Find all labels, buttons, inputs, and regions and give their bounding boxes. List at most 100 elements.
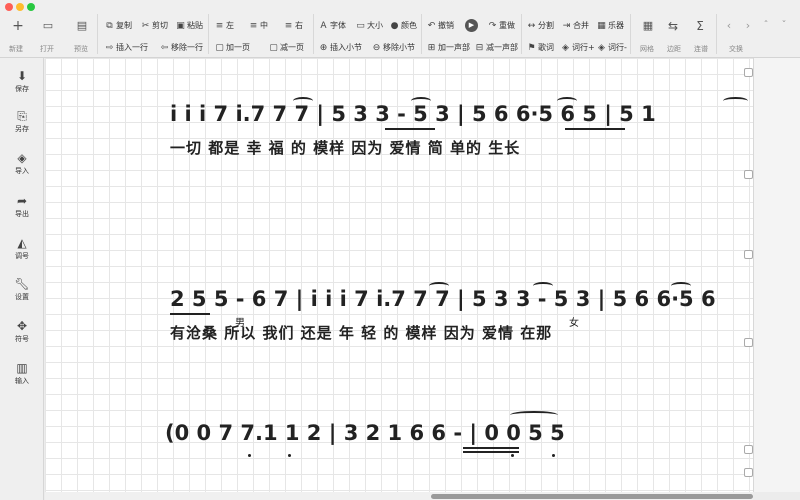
sidebar-item-save-as[interactable]: ⎘ 另存 — [0, 108, 44, 134]
chevron-down-icon[interactable]: ˇ — [779, 18, 789, 34]
instrument-button[interactable]: ▦ 乐器 — [596, 20, 624, 32]
sidebar-item-input[interactable]: ▥ 输入 — [0, 360, 44, 386]
save-as-icon: ⎘ — [17, 109, 27, 123]
instrument-icon: ▦ — [597, 21, 606, 31]
octave-dot — [511, 454, 514, 457]
sidebar-item-export[interactable]: ➦ 导出 — [0, 193, 44, 219]
sidebar: ⬇ 保存 ⎘ 另存 ◈ 导入 ➦ 导出 ◭ 调号 🔧︎ 设置 ✥ 符号 ▥ 输入 — [0, 58, 44, 500]
remove-voice-button[interactable]: ⊟ 减一声部 — [474, 42, 518, 54]
lyrics-button[interactable]: ⚑ 歌词 — [526, 42, 554, 54]
male-voice-marker: 男 — [235, 318, 245, 329]
add-voice-button[interactable]: ⊞ 加一声部 — [426, 42, 470, 54]
minimize-window-button[interactable] — [16, 3, 24, 11]
row-checkbox[interactable] — [744, 250, 753, 259]
sidebar-item-settings[interactable]: 🔧︎ 设置 — [0, 276, 44, 302]
cut-button[interactable]: ✂ 剪切 — [140, 20, 168, 32]
tie-arc — [557, 97, 577, 105]
layers-icon: ◈ — [598, 43, 605, 53]
plus-icon[interactable]: + — [10, 18, 26, 34]
remove-bar-icon: ⊖ — [372, 43, 381, 53]
score-line-2-notes[interactable]: 2 5 5 - 6 7 | i i i 7 i.7 7 7 | 5 3 3 - … — [170, 287, 716, 311]
lyric-row-add-button[interactable]: ◈ 词行+ — [560, 42, 595, 54]
remove-bar-button[interactable]: ⊖ 移除小节 — [371, 42, 415, 54]
redo-icon: ↷ — [488, 21, 497, 31]
align-center-button[interactable]: ≡ 中 — [248, 20, 268, 32]
tie-arc — [533, 282, 553, 290]
chevron-right-icon[interactable]: › — [743, 18, 753, 34]
new-button-label[interactable]: 新建 — [9, 44, 23, 54]
sidebar-item-key[interactable]: ◭ 调号 — [0, 235, 44, 261]
insert-bar-icon: ⊕ — [319, 43, 328, 53]
font-button[interactable]: A 字体 — [318, 20, 346, 32]
align-center-icon: ≡ — [249, 21, 258, 31]
sigma-icon[interactable]: Σ — [693, 18, 707, 34]
row-checkbox[interactable] — [744, 338, 753, 347]
sidebar-item-save[interactable]: ⬇ 保存 — [0, 68, 44, 94]
beam-label[interactable]: 连谱 — [694, 44, 708, 54]
play-button[interactable]: ▶ — [465, 19, 479, 32]
chevron-left-icon[interactable]: ‹ — [724, 18, 734, 34]
arrow-left-icon: ⇦ — [160, 43, 169, 53]
beam-underline — [565, 128, 625, 130]
row-checkbox[interactable] — [744, 170, 753, 179]
split-button[interactable]: ↔ 分割 — [526, 20, 554, 32]
align-right-button[interactable]: ≡ 右 — [283, 20, 303, 32]
preview-button-label[interactable]: 预览 — [74, 44, 88, 54]
folder-icon[interactable]: ▭ — [40, 18, 56, 34]
female-voice-marker: 女 — [569, 318, 579, 329]
beam-underline — [463, 447, 519, 449]
grid-icon[interactable]: ▦ — [641, 18, 655, 34]
redo-button[interactable]: ↷ 重做 — [487, 20, 515, 32]
preview-icon[interactable]: ▤ — [74, 18, 90, 34]
score-line-2-lyrics[interactable]: 有沧桑 所以 我们 还是 年 轻 的 模样 因为 爱情 在那 — [170, 322, 552, 343]
score-line-1-notes[interactable]: i i i 7 i.7 7 7 | 5 3 3 - 5 3 | 5 6 6·5 … — [170, 102, 656, 126]
layers-icon: ◈ — [562, 43, 569, 53]
grid-label[interactable]: 网格 — [640, 44, 654, 54]
align-right-icon: ≡ — [284, 21, 293, 31]
beam-underline — [170, 313, 210, 315]
copy-icon: ⧉ — [106, 21, 113, 31]
arrow-right-icon: ⇨ — [105, 43, 114, 53]
octave-dot — [552, 454, 555, 457]
sidebar-item-import[interactable]: ◈ 导入 — [0, 150, 44, 176]
horizontal-scrollbar[interactable] — [45, 492, 753, 500]
undo-button[interactable]: ↶ 撤销 — [426, 20, 454, 32]
score-line-3-notes[interactable]: (0 0 7 7.1 1 2 | 3 2 1 6 6 - | 0 0 5 5 — [165, 421, 565, 445]
chevron-up-icon[interactable]: ˆ — [761, 18, 771, 34]
remove-row-button[interactable]: ⇦ 移除一行 — [159, 42, 203, 54]
lyric-row-remove-button[interactable]: ◈ 词行- — [596, 42, 627, 54]
insert-bar-button[interactable]: ⊕ 插入小节 — [318, 42, 362, 54]
key-icon: ◭ — [17, 236, 27, 250]
maximize-window-button[interactable] — [27, 3, 35, 11]
score-line-1-lyrics[interactable]: 一切 都是 幸 福 的 模样 因为 爱情 简 单的 生长 — [170, 137, 520, 158]
color-button[interactable]: ● 颜色 — [389, 20, 417, 32]
margin-label[interactable]: 边距 — [667, 44, 681, 54]
font-icon: A — [320, 21, 327, 31]
tie-arc — [293, 97, 313, 105]
copy-button[interactable]: ⧉ 复制 — [104, 20, 132, 32]
add-voice-icon: ⊞ — [427, 43, 436, 53]
row-checkbox[interactable] — [744, 445, 753, 454]
paste-button[interactable]: ▣ 粘贴 — [175, 20, 203, 32]
octave-dot — [288, 454, 291, 457]
close-window-button[interactable] — [5, 3, 13, 11]
piano-icon: ▥ — [16, 361, 28, 375]
right-panel — [753, 58, 800, 492]
score-canvas[interactable]: i i i 7 i.7 7 7 | 5 3 3 - 5 3 | 5 6 6·5 … — [45, 58, 753, 492]
align-left-button[interactable]: ≡ 左 — [214, 20, 234, 32]
merge-button[interactable]: ⇥ 合并 — [561, 20, 589, 32]
sidebar-item-symbols[interactable]: ✥ 符号 — [0, 318, 44, 344]
size-button[interactable]: ▭ 大小 — [355, 20, 383, 32]
row-checkbox[interactable] — [744, 68, 753, 77]
add-page-button[interactable]: ▢ 加一页 — [214, 42, 250, 54]
swap-label[interactable]: 交换 — [729, 44, 743, 54]
open-button-label[interactable]: 打开 — [40, 44, 54, 54]
remove-page-button[interactable]: ▢ 减一页 — [268, 42, 304, 54]
swap-icon[interactable]: ⇆ — [666, 18, 680, 34]
remove-page-icon: ▢ — [269, 43, 278, 53]
scrollbar-thumb[interactable] — [431, 494, 753, 499]
row-checkbox[interactable] — [744, 468, 753, 477]
scissors-icon: ✂ — [141, 21, 150, 31]
size-icon: ▭ — [356, 21, 365, 31]
insert-row-button[interactable]: ⇨ 插入一行 — [104, 42, 148, 54]
